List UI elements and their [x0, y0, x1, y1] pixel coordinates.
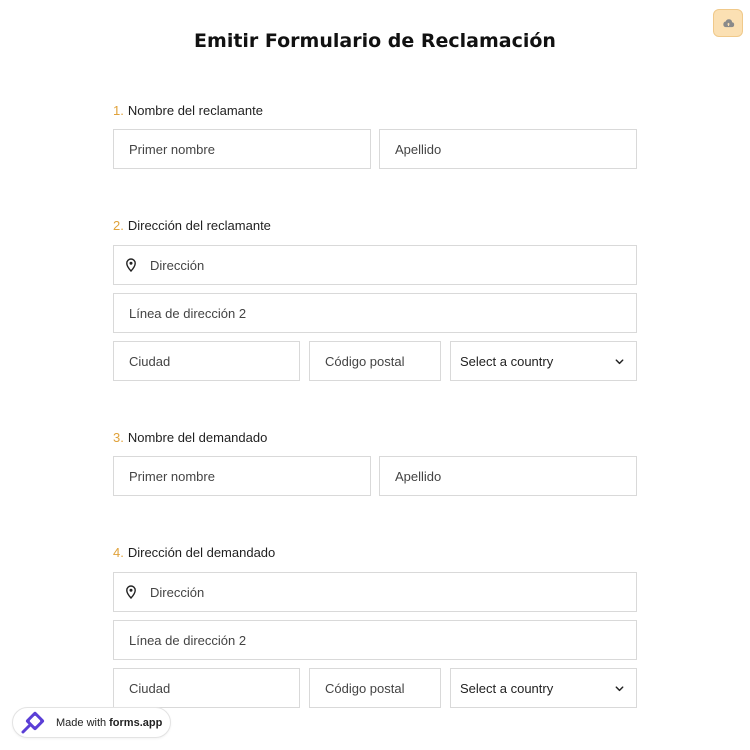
- field-placeholder: Código postal: [325, 680, 405, 696]
- question-label-respondent-name: 3. Nombre del demandado: [113, 430, 267, 445]
- question-number: 4.: [113, 545, 124, 560]
- respondent-first-name-input[interactable]: Primer nombre: [113, 456, 371, 496]
- field-placeholder: Línea de dirección 2: [129, 632, 247, 648]
- respondent-last-name-input[interactable]: Apellido: [379, 456, 637, 496]
- forms-app-logo-icon: [21, 711, 45, 733]
- map-pin-icon: [126, 258, 136, 272]
- question-text: Dirección del reclamante: [127, 218, 271, 233]
- chevron-down-icon: [615, 685, 624, 691]
- question-label-claimant-name: 1. Nombre del reclamante: [113, 103, 263, 118]
- map-pin-icon: [126, 585, 136, 599]
- field-placeholder: Apellido: [395, 141, 442, 157]
- select-value: Select a country: [460, 680, 554, 696]
- question-number: 2.: [113, 218, 124, 233]
- claimant-postal-code-input[interactable]: Código postal: [309, 341, 441, 381]
- field-placeholder: Ciudad: [129, 353, 171, 369]
- field-placeholder: Apellido: [395, 468, 442, 484]
- form-title: Emitir Formulario de Reclamación: [194, 30, 556, 52]
- question-label-respondent-address: 4. Dirección del demandado: [113, 545, 275, 560]
- field-placeholder: Ciudad: [129, 680, 171, 696]
- claimant-first-name-input[interactable]: Primer nombre: [113, 129, 371, 169]
- badge-prefix: Made with: [56, 716, 107, 729]
- question-text: Dirección del demandado: [127, 545, 276, 560]
- question-label-claimant-address: 2. Dirección del reclamante: [113, 218, 271, 233]
- respondent-address-input[interactable]: Dirección: [113, 572, 637, 612]
- question-text: Nombre del demandado: [127, 430, 268, 445]
- field-placeholder: Dirección: [150, 257, 205, 273]
- select-value: Select a country: [460, 353, 554, 369]
- respondent-city-input[interactable]: Ciudad: [113, 668, 300, 708]
- respondent-postal-code-input[interactable]: Código postal: [309, 668, 441, 708]
- question-number: 1.: [113, 103, 124, 118]
- cloud-upload-icon: [722, 18, 734, 27]
- claimant-address-line2-input[interactable]: Línea de dirección 2: [113, 293, 637, 333]
- respondent-address-line2-input[interactable]: Línea de dirección 2: [113, 620, 637, 660]
- made-with-forms-app-badge[interactable]: Made with forms.app: [12, 707, 171, 738]
- field-placeholder: Primer nombre: [129, 141, 215, 157]
- field-placeholder: Primer nombre: [129, 468, 215, 484]
- chevron-down-icon: [615, 358, 624, 364]
- claimant-country-select[interactable]: Select a country: [450, 341, 637, 381]
- respondent-country-select[interactable]: Select a country: [450, 668, 637, 708]
- question-text: Nombre del reclamante: [127, 103, 263, 118]
- field-placeholder: Dirección: [150, 584, 205, 600]
- claimant-last-name-input[interactable]: Apellido: [379, 129, 637, 169]
- field-placeholder: Línea de dirección 2: [129, 305, 247, 321]
- field-placeholder: Código postal: [325, 353, 405, 369]
- question-number: 3.: [113, 430, 124, 445]
- claimant-address-input[interactable]: Dirección: [113, 245, 637, 285]
- badge-brand: forms.app: [109, 716, 163, 729]
- claimant-city-input[interactable]: Ciudad: [113, 341, 300, 381]
